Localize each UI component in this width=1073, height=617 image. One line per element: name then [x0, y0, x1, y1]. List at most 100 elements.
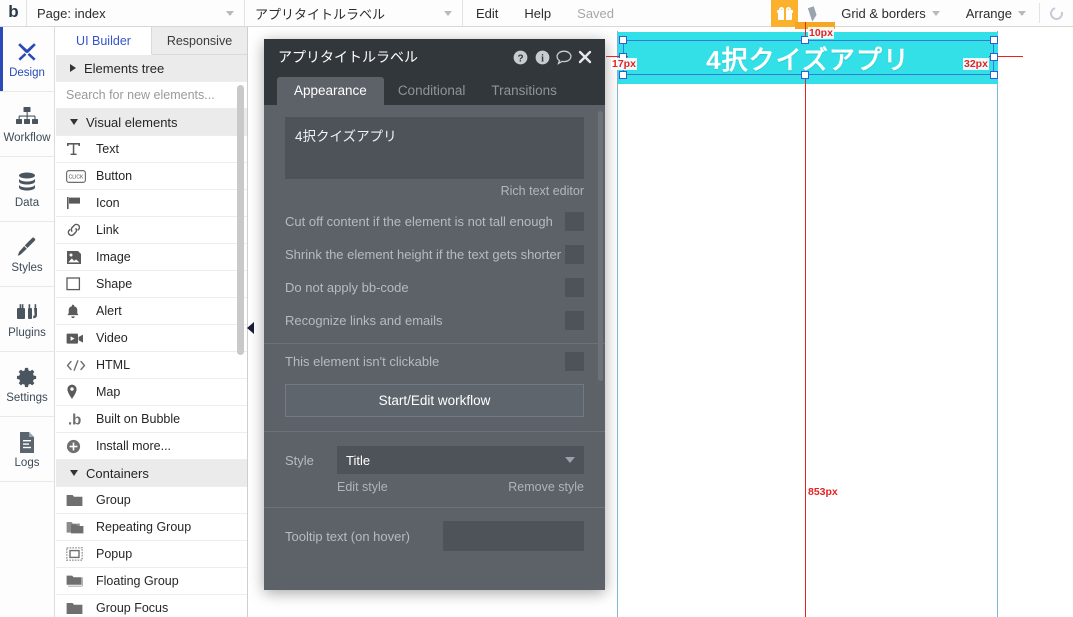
- section-containers[interactable]: Containers: [56, 460, 247, 487]
- tooltip-input[interactable]: [443, 521, 584, 551]
- checkbox-row[interactable]: This element isn't clickable: [285, 344, 584, 379]
- style-label: Style: [285, 452, 314, 468]
- resize-handle-bottom-left[interactable]: [619, 71, 627, 79]
- resize-handle-top-left[interactable]: [619, 36, 627, 44]
- element-item-floating-group[interactable]: Floating Group: [56, 568, 247, 595]
- resize-handle-top-right[interactable]: [990, 36, 998, 44]
- sidebar-item-data[interactable]: Data: [0, 157, 54, 222]
- brush-icon: [15, 233, 39, 261]
- checkbox-row[interactable]: Recognize links and emails: [285, 304, 584, 337]
- help-menu[interactable]: Help: [511, 0, 564, 26]
- element-item-group[interactable]: Group: [56, 487, 247, 514]
- tab-appearance[interactable]: Appearance: [277, 77, 384, 105]
- tab-ui-builder[interactable]: UI Builder: [56, 27, 152, 55]
- element-item-install-more[interactable]: Install more...: [56, 433, 247, 460]
- info-icon[interactable]: i: [531, 50, 553, 65]
- arrange-menu[interactable]: Arrange: [953, 0, 1039, 26]
- element-item-button[interactable]: CLICK Button: [56, 163, 247, 190]
- chevron-left-icon: [246, 322, 254, 334]
- element-item-video[interactable]: Video: [56, 325, 247, 352]
- property-editor-header: アプリタイトルラベル ? i: [264, 39, 605, 75]
- element-item-image[interactable]: Image: [56, 244, 247, 271]
- checkbox-row[interactable]: Cut off content if the element is not ta…: [285, 205, 584, 238]
- gear-icon: [16, 363, 39, 391]
- help-question-icon[interactable]: ?: [509, 50, 531, 65]
- element-item-text[interactable]: Text: [56, 136, 247, 163]
- element-label-video: Video: [96, 331, 128, 345]
- search-input[interactable]: Search for new elements...: [56, 82, 247, 109]
- checkbox-row[interactable]: Do not apply bb-code: [285, 271, 584, 304]
- property-editor-scrollbar[interactable]: [598, 111, 603, 381]
- rich-text-editor-link[interactable]: Rich text editor: [285, 179, 584, 198]
- design-icon: [15, 38, 39, 66]
- svg-text:i: i: [541, 53, 544, 64]
- resize-handle-middle-right[interactable]: [990, 53, 998, 61]
- sidebar-label-settings: Settings: [6, 392, 48, 405]
- grid-and-borders-menu[interactable]: Grid & borders: [828, 0, 953, 26]
- sidebar-item-plugins[interactable]: Plugins: [0, 287, 54, 352]
- element-label-install-more: Install more...: [96, 439, 172, 453]
- element-item-map[interactable]: Map: [56, 379, 247, 406]
- sidebar-item-design[interactable]: Design: [0, 27, 54, 92]
- comment-icon[interactable]: [553, 50, 575, 65]
- close-icon[interactable]: [575, 50, 595, 64]
- element-item-alert[interactable]: Alert: [56, 298, 247, 325]
- checkbox-row[interactable]: Shrink the element height if the text ge…: [285, 238, 584, 271]
- element-item-repeating-group[interactable]: Repeating Group: [56, 514, 247, 541]
- selection-outline: [623, 40, 994, 75]
- edit-menu[interactable]: Edit: [462, 0, 511, 26]
- element-item-html[interactable]: HTML: [56, 352, 247, 379]
- element-item-link[interactable]: Link: [56, 217, 247, 244]
- sidebar-item-workflow[interactable]: Workflow: [0, 92, 54, 157]
- remove-style-link[interactable]: Remove style: [508, 480, 584, 494]
- tab-responsive[interactable]: Responsive: [152, 27, 247, 54]
- elements-tree-header[interactable]: Elements tree: [56, 55, 247, 82]
- page-selector[interactable]: Page: index: [26, 0, 244, 26]
- resize-handle-bottom-right[interactable]: [990, 71, 998, 79]
- element-selector[interactable]: アプリタイトルラベル: [244, 0, 462, 26]
- checkbox-shrink[interactable]: [565, 245, 584, 264]
- edit-style-link[interactable]: Edit style: [337, 480, 388, 494]
- sidebar-label-workflow: Workflow: [3, 132, 51, 145]
- search-placeholder: Search for new elements...: [66, 88, 215, 102]
- element-item-group-focus[interactable]: Group Focus: [56, 595, 247, 617]
- bubble-logo-icon[interactable]: b: [0, 0, 26, 26]
- chevron-down-icon: [70, 119, 78, 125]
- rich-text-field[interactable]: 4択クイズアプリ: [285, 117, 584, 179]
- property-editor: アプリタイトルラベル ? i Appearance Conditional Tr…: [264, 39, 605, 590]
- element-item-popup[interactable]: Popup: [56, 541, 247, 568]
- bell-icon: [66, 303, 88, 319]
- style-select[interactable]: Title: [337, 446, 584, 474]
- checkbox-recognize-links[interactable]: [565, 311, 584, 330]
- element-label-link: Link: [96, 223, 119, 237]
- sidebar-item-styles[interactable]: Styles: [0, 222, 54, 287]
- chevron-down-icon: [1018, 10, 1026, 16]
- chevron-down-icon: [226, 10, 234, 16]
- top-toolbar: b Page: index アプリタイトルラベル Edit Help Saved…: [0, 0, 1073, 27]
- tab-transitions[interactable]: Transitions: [479, 77, 569, 105]
- element-label-alert: Alert: [96, 304, 122, 318]
- elements-panel-scrollbar[interactable]: [237, 85, 244, 355]
- measurement-right: 32px: [963, 58, 989, 70]
- resize-handle-bottom-center[interactable]: [801, 71, 809, 79]
- checkbox-not-clickable[interactable]: [565, 352, 584, 371]
- bubble-editor-root: b Page: index アプリタイトルラベル Edit Help Saved…: [0, 0, 1073, 617]
- element-item-shape[interactable]: Shape: [56, 271, 247, 298]
- checkbox-bbcode[interactable]: [565, 278, 584, 297]
- sidebar-label-plugins: Plugins: [8, 327, 46, 340]
- section-visual-elements[interactable]: Visual elements: [56, 109, 247, 136]
- sidebar-item-settings[interactable]: Settings: [0, 352, 54, 417]
- property-editor-tabs: Appearance Conditional Transitions: [264, 75, 605, 105]
- start-edit-workflow-button[interactable]: Start/Edit workflow: [285, 384, 584, 417]
- workflow-icon: [15, 103, 39, 131]
- element-item-built-on-bubble[interactable]: .b Built on Bubble: [56, 406, 247, 433]
- svg-text:.b: .b: [68, 412, 81, 427]
- element-item-icon[interactable]: Icon: [56, 190, 247, 217]
- sidebar-item-logs[interactable]: Logs: [0, 417, 54, 482]
- text-t-icon: [66, 141, 88, 157]
- panel-collapse-handle[interactable]: [243, 320, 257, 336]
- element-label-shape: Shape: [96, 277, 133, 291]
- tab-conditional[interactable]: Conditional: [384, 77, 480, 105]
- refresh-icon[interactable]: [1040, 0, 1073, 26]
- checkbox-cut-off[interactable]: [565, 212, 584, 231]
